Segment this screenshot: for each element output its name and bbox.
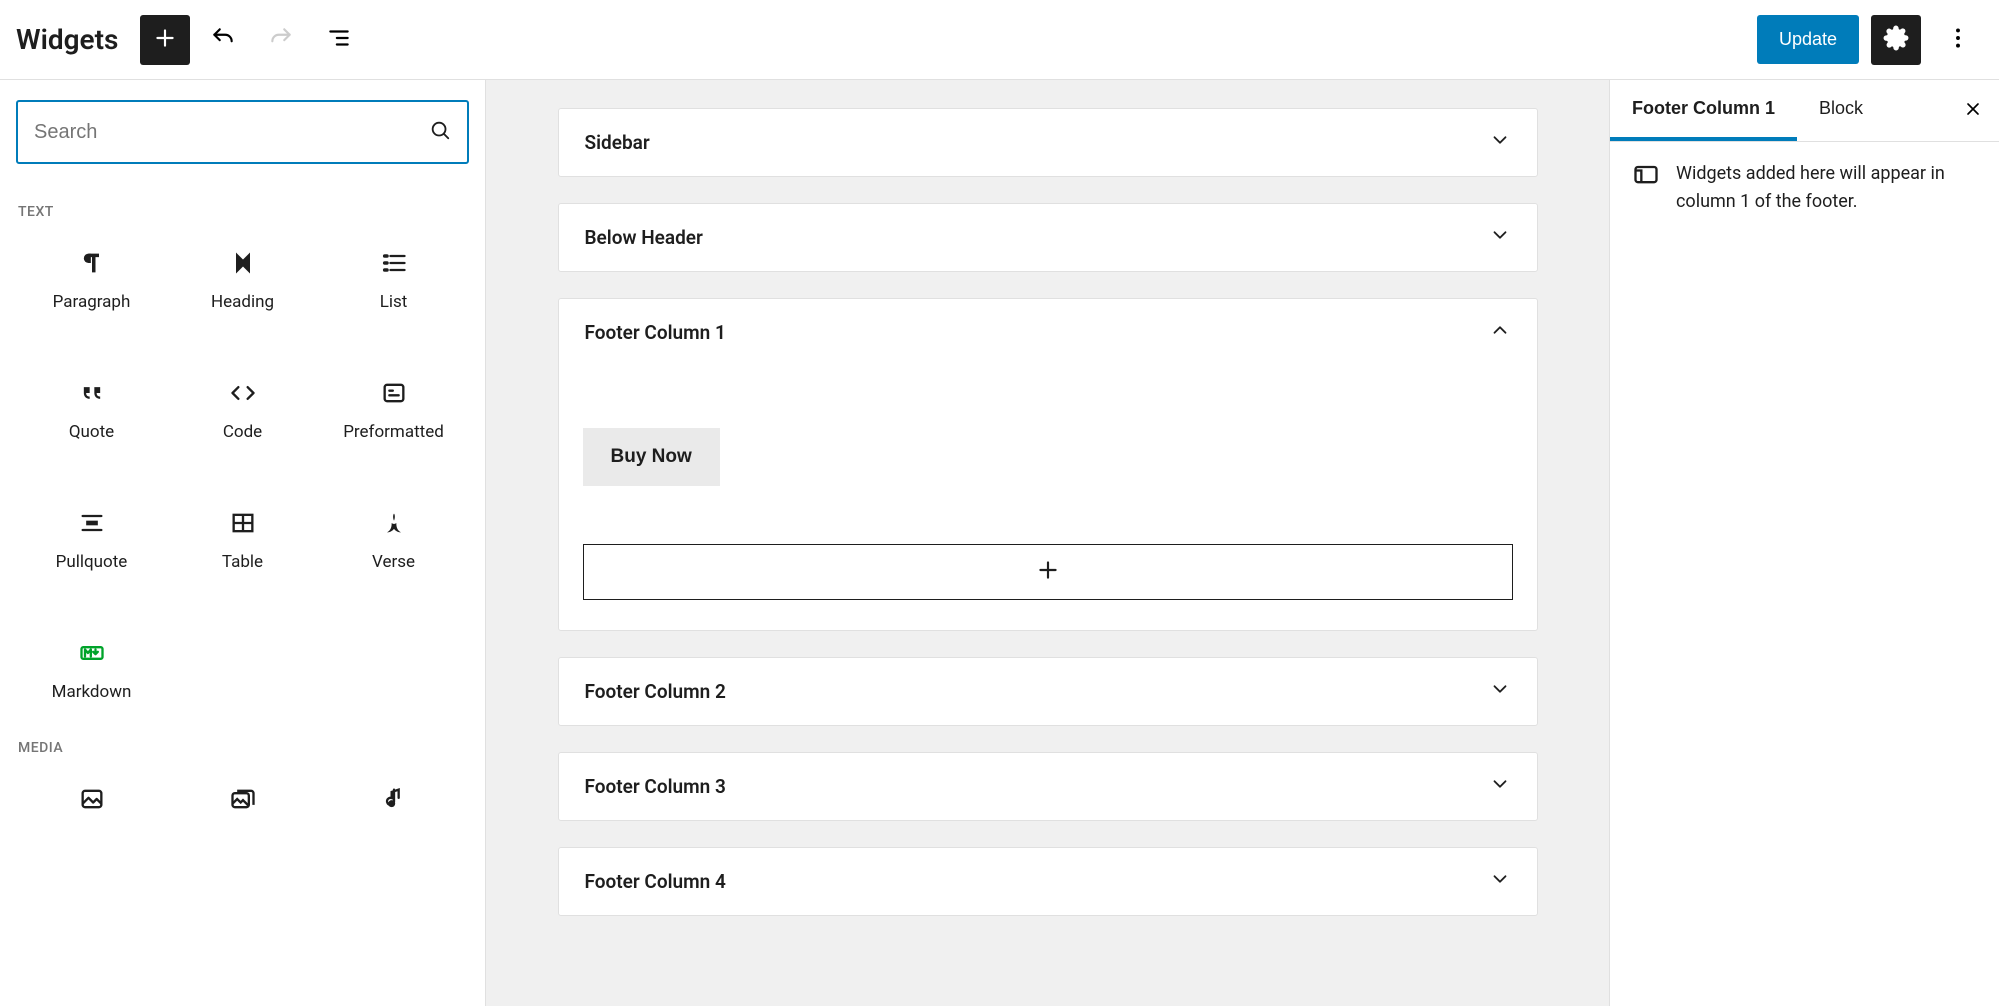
audio-icon	[379, 784, 409, 814]
section-label-media: MEDIA	[18, 740, 469, 756]
block-type-paragraph[interactable]: Paragraph	[16, 238, 167, 322]
widget-area-header[interactable]: Footer Column 2	[559, 658, 1537, 725]
plus-icon	[1035, 557, 1061, 587]
block-type-preformatted[interactable]: Preformatted	[318, 368, 469, 452]
widget-area-header[interactable]: Footer Column 1	[559, 299, 1537, 366]
widget-area-body: Buy Now	[559, 366, 1537, 630]
list-view-button[interactable]	[314, 15, 364, 65]
block-type-label: Verse	[372, 552, 415, 572]
block-type-label: Preformatted	[343, 422, 444, 442]
code-icon	[228, 378, 258, 408]
sidebar-close-button[interactable]	[1947, 99, 1999, 122]
widget-area-footer-column-3: Footer Column 3	[558, 752, 1538, 821]
more-vertical-icon	[1945, 25, 1971, 54]
block-type-list[interactable]: List	[318, 238, 469, 322]
gallery-icon	[228, 784, 258, 814]
widget-area-footer-column-4: Footer Column 4	[558, 847, 1538, 916]
add-block-button[interactable]	[140, 15, 190, 65]
sidebar-tabs: Footer Column 1 Block	[1610, 80, 1999, 142]
plus-icon	[152, 25, 178, 54]
widget-area-title: Footer Column 1	[585, 321, 726, 344]
chevron-down-icon	[1489, 224, 1511, 251]
settings-sidebar: Footer Column 1 Block Widgets added here…	[1609, 80, 1999, 1006]
widget-area-header[interactable]: Footer Column 4	[559, 848, 1537, 915]
button-block[interactable]: Buy Now	[583, 428, 720, 486]
chevron-down-icon	[1489, 773, 1511, 800]
block-type-label: Code	[223, 422, 262, 442]
pullquote-icon	[77, 508, 107, 538]
block-type-verse[interactable]: Verse	[318, 498, 469, 582]
update-button[interactable]: Update	[1757, 15, 1859, 64]
widget-area-footer-column-1: Footer Column 1 Buy Now	[558, 298, 1538, 631]
block-type-heading[interactable]: Heading	[167, 238, 318, 322]
widget-area-below-header: Below Header	[558, 203, 1538, 272]
gear-icon	[1883, 25, 1909, 54]
redo-icon	[268, 25, 294, 54]
chevron-up-icon	[1489, 319, 1511, 346]
block-type-audio[interactable]	[318, 774, 469, 824]
quote-icon	[77, 378, 107, 408]
sidebar-area-description: Widgets added here will appear in column…	[1676, 160, 1977, 216]
widgets-canvas: Sidebar Below Header Footer Column 1 Buy No…	[486, 80, 1609, 1006]
block-type-table[interactable]: Table	[167, 498, 318, 582]
search-field-wrapper[interactable]	[16, 100, 469, 164]
sidebar-tab-block[interactable]: Block	[1797, 80, 1885, 141]
block-type-pullquote[interactable]: Pullquote	[16, 498, 167, 582]
section-label-text: TEXT	[18, 204, 469, 220]
preformatted-icon	[379, 378, 409, 408]
block-type-quote[interactable]: Quote	[16, 368, 167, 452]
search-icon	[429, 119, 451, 145]
block-type-image[interactable]	[16, 774, 167, 824]
topbar: Widgets Update	[0, 0, 1999, 80]
block-type-gallery[interactable]	[167, 774, 318, 824]
chevron-down-icon	[1489, 678, 1511, 705]
block-type-code[interactable]: Code	[167, 368, 318, 452]
block-type-label: List	[380, 292, 408, 312]
widget-area-header[interactable]: Footer Column 3	[559, 753, 1537, 820]
widget-area-header[interactable]: Below Header	[559, 204, 1537, 271]
search-input[interactable]	[34, 121, 429, 144]
verse-icon	[379, 508, 409, 538]
block-type-label: Heading	[211, 292, 274, 312]
chevron-down-icon	[1489, 868, 1511, 895]
block-type-label: Table	[222, 552, 263, 572]
block-appender[interactable]	[583, 544, 1513, 600]
block-type-label: Markdown	[52, 682, 132, 702]
widget-area-title: Footer Column 4	[585, 870, 726, 893]
widget-area-header[interactable]: Sidebar	[559, 109, 1537, 176]
block-type-label: Paragraph	[53, 292, 131, 312]
undo-button[interactable]	[198, 15, 248, 65]
block-inserter-panel: TEXT Paragraph Heading List Quote Code Prefor…	[0, 80, 486, 1006]
list-icon	[379, 248, 409, 278]
redo-button[interactable]	[256, 15, 306, 65]
block-type-markdown[interactable]: Markdown	[16, 628, 167, 712]
image-icon	[77, 784, 107, 814]
widget-area-title: Footer Column 3	[585, 775, 726, 798]
widget-area-title: Sidebar	[585, 131, 650, 154]
widget-area-title: Below Header	[585, 226, 703, 249]
page-title: Widgets	[16, 23, 118, 56]
chevron-down-icon	[1489, 129, 1511, 156]
block-type-label: Quote	[69, 422, 114, 442]
paragraph-icon	[77, 248, 107, 278]
markdown-icon	[77, 638, 107, 668]
widget-area-title: Footer Column 2	[585, 680, 726, 703]
undo-icon	[210, 25, 236, 54]
widget-area-icon	[1632, 160, 1660, 216]
table-icon	[228, 508, 258, 538]
list-view-icon	[326, 25, 352, 54]
widget-area-sidebar: Sidebar	[558, 108, 1538, 177]
more-options-button[interactable]	[1933, 15, 1983, 65]
close-icon	[1963, 107, 1983, 122]
block-type-label: Pullquote	[56, 552, 128, 572]
sidebar-tab-area[interactable]: Footer Column 1	[1610, 80, 1797, 141]
widget-area-footer-column-2: Footer Column 2	[558, 657, 1538, 726]
settings-button[interactable]	[1871, 15, 1921, 65]
heading-icon	[228, 248, 258, 278]
